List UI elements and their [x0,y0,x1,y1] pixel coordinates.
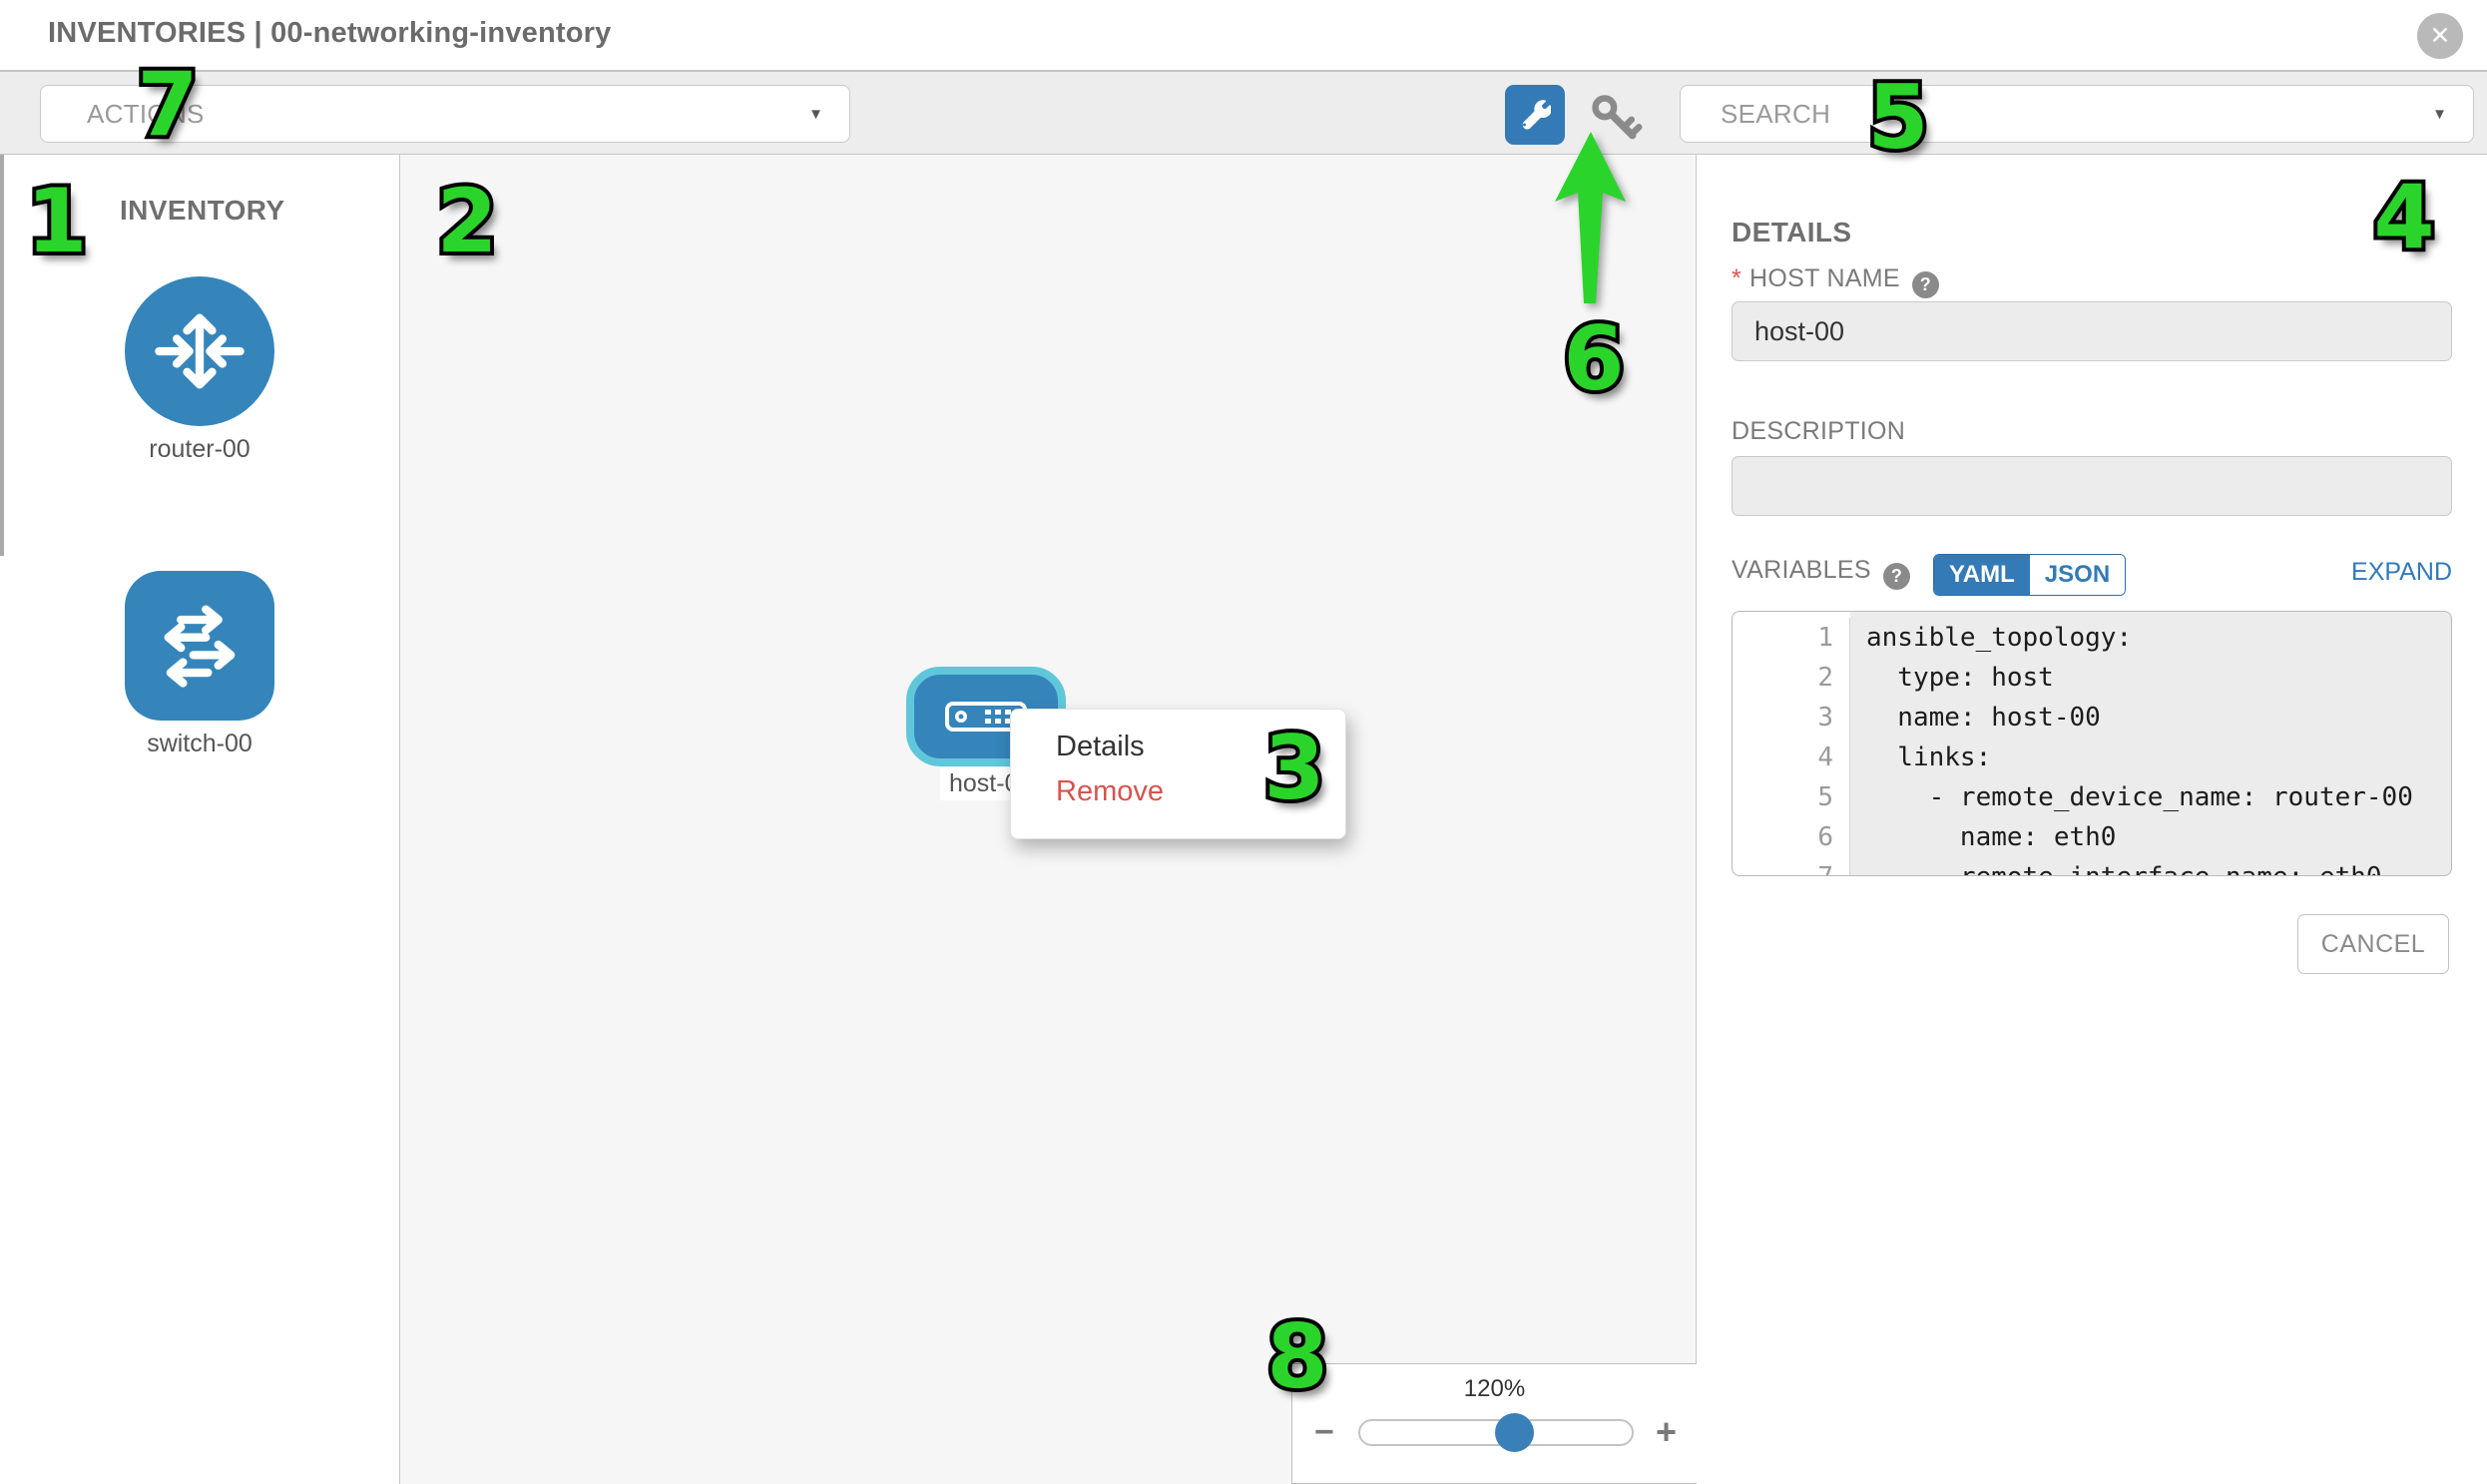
code-line: 2 type: host [1733,658,2451,698]
chevron-down-icon: ▼ [808,106,823,123]
sidebar-item-label: switch-00 [125,730,274,758]
switch-icon [125,571,274,721]
host-name-label: *HOST NAME? [1732,264,1939,298]
toggle-json-button[interactable]: JSON [2030,555,2125,595]
help-icon[interactable]: ? [1912,271,1939,298]
code-line: 6 name: eth0 [1733,817,2451,857]
wrench-icon [1519,99,1551,131]
toolbar: ACTIONS ▼ SEARCH ▼ [0,72,2487,155]
cancel-button[interactable]: CANCEL [2297,914,2449,974]
variables-label: VARIABLES [1732,556,1871,584]
chevron-down-icon: ▼ [2432,106,2447,123]
search-dropdown[interactable]: SEARCH ▼ [1680,85,2474,143]
zoom-control: 120% − + [1291,1363,1697,1484]
sidebar-scrollbar[interactable] [0,155,4,556]
details-panel: DETAILS *HOST NAME? host-00 DESCRIPTION … [1698,155,2487,1484]
variables-code-editor[interactable]: 1ansible_topology: 2 type: host 3 name: … [1732,611,2452,876]
annotation-arrow-icon [1553,130,1633,309]
zoom-slider-thumb[interactable] [1495,1413,1534,1452]
close-icon[interactable]: ✕ [2417,13,2463,59]
zoom-level: 120% [1292,1375,1697,1403]
annotation-8: 8 [1266,1313,1327,1401]
page-title: INVENTORIES | 00-networking-inventory [48,17,611,50]
description-label: DESCRIPTION [1732,417,1905,446]
annotation-5: 5 [1867,74,1928,162]
required-asterisk: * [1732,264,1741,292]
annotation-7: 7 [137,61,198,149]
sidebar-item-switch[interactable]: switch-00 [125,571,274,758]
sidebar-item-router[interactable]: router-00 [125,276,274,464]
router-icon [125,276,274,426]
annotation-1: 1 [26,178,87,265]
zoom-out-button[interactable]: − [1314,1413,1334,1452]
annotation-6: 6 [1563,315,1624,403]
expand-link[interactable]: EXPAND [2351,558,2452,587]
code-line: 1ansible_topology: [1733,618,2451,658]
search-dropdown-placeholder: SEARCH [1721,99,1830,130]
inventory-topology-window: INVENTORIES | 00-networking-inventory ✕ … [0,0,2487,1484]
code-line: 3 name: host-00 [1733,698,2451,738]
zoom-slider-track[interactable] [1358,1419,1634,1446]
sidebar-title: INVENTORY [120,195,284,227]
annotation-4: 4 [2373,174,2434,261]
inventory-sidebar: INVENTORY router-00 [0,155,400,1484]
code-line: 4 links: [1733,738,2451,777]
zoom-in-button[interactable]: + [1656,1411,1677,1453]
details-panel-title: DETAILS [1732,217,1852,248]
description-field[interactable] [1732,456,2452,516]
annotation-2: 2 [436,178,497,265]
code-line: 7 remote_interface_name: eth0 [1733,857,2451,876]
toggle-yaml-button[interactable]: YAML [1934,555,2030,595]
header-bar: INVENTORIES | 00-networking-inventory ✕ [0,0,2487,72]
topology-canvas[interactable]: host-00 Details Remove 120% − + [400,155,1697,1484]
variables-format-toggle: YAML JSON [1933,554,2126,596]
annotation-3: 3 [1263,725,1324,812]
variables-row: VARIABLES? YAML JSON EXPAND [1732,556,2452,600]
host-name-field[interactable]: host-00 [1732,301,2452,361]
sidebar-item-label: router-00 [125,435,274,464]
code-line: 5 - remote_device_name: router-00 [1733,777,2451,817]
help-icon[interactable]: ? [1883,563,1910,590]
